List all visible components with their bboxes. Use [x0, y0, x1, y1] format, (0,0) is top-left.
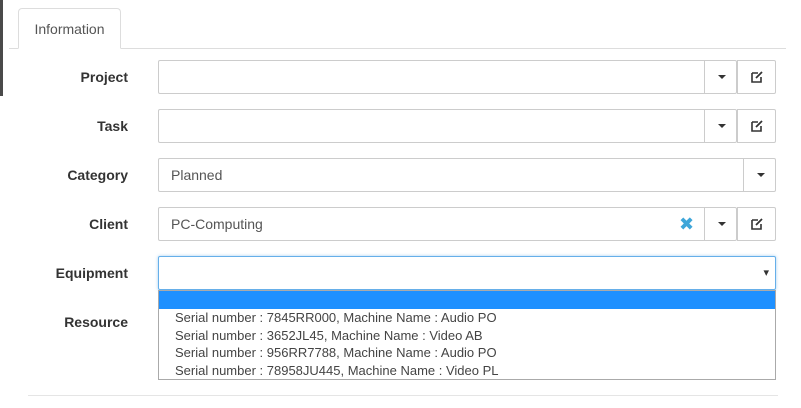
footer-divider — [28, 395, 778, 396]
task-edit-button[interactable] — [737, 109, 776, 143]
task-caret-down-icon[interactable] — [704, 110, 738, 142]
client-value: PC-Computing — [171, 216, 263, 232]
category-caret-down-icon[interactable] — [743, 159, 777, 191]
left-edge-strip — [0, 0, 3, 96]
task-select[interactable] — [158, 109, 737, 143]
equipment-select[interactable]: ▾ — [158, 256, 776, 290]
client-edit-button[interactable] — [737, 207, 776, 241]
dropdown-option[interactable]: Serial number : 7845RR000, Machine Name … — [175, 309, 497, 326]
category-select[interactable]: Planned — [158, 158, 776, 192]
equipment-dropdown-arrow-icon[interactable]: ▾ — [763, 257, 769, 289]
project-label: Project — [80, 69, 128, 85]
project-select[interactable] — [158, 60, 737, 94]
project-caret-down-icon[interactable] — [704, 61, 738, 93]
task-label: Task — [97, 118, 128, 134]
edit-icon — [751, 120, 763, 132]
edit-icon — [751, 218, 763, 230]
dropdown-option[interactable]: Serial number : 3652JL45, Machine Name :… — [175, 327, 483, 344]
tab-information-label: Information — [34, 21, 105, 37]
dropdown-option-blank[interactable] — [159, 291, 775, 309]
edit-icon — [751, 71, 763, 83]
clear-x-icon[interactable]: ✖ — [679, 208, 694, 240]
dropdown-option[interactable]: Serial number : 956RR7788, Machine Name … — [175, 344, 497, 361]
resource-label: Resource — [64, 314, 128, 330]
project-edit-button[interactable] — [737, 60, 776, 94]
category-label: Category — [67, 167, 128, 183]
category-value: Planned — [171, 167, 223, 183]
client-caret-down-icon[interactable] — [704, 208, 738, 240]
tabs-baseline — [9, 48, 786, 49]
dropdown-option[interactable]: Serial number : 78958JU445, Machine Name… — [175, 362, 499, 379]
client-label: Client — [89, 216, 128, 232]
tab-information[interactable]: Information — [18, 8, 121, 49]
equipment-label: Equipment — [55, 265, 128, 281]
equipment-dropdown-list[interactable]: Serial number : 7845RR000, Machine Name … — [158, 290, 776, 380]
client-select[interactable]: PC-Computing ✖ — [158, 207, 737, 241]
